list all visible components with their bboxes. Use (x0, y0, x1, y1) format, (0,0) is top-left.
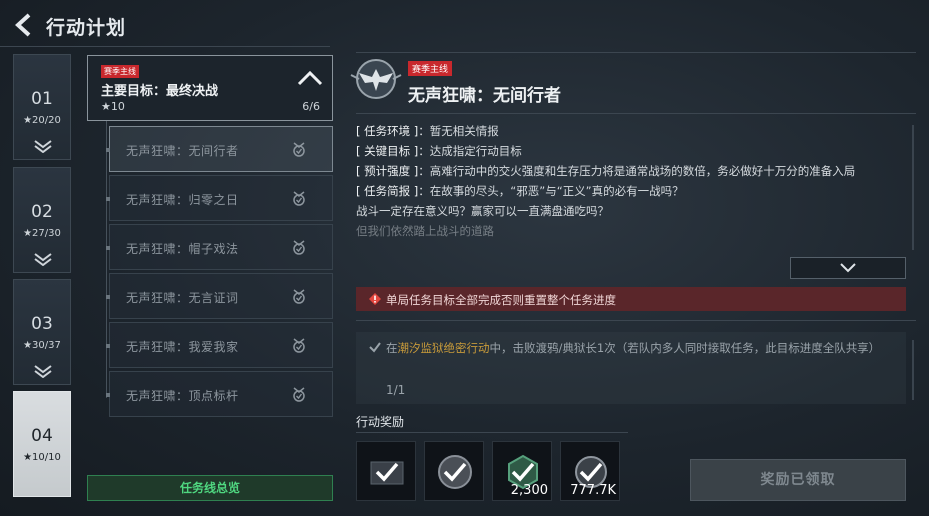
sub-mission-6[interactable]: 无声狂啸：顶点标杆 (106, 371, 333, 417)
chapter-stars: ★20/20 (23, 115, 61, 126)
info-environment: [ 任务环境 ]：暂无相关情报 (356, 121, 902, 141)
header-divider (0, 46, 330, 47)
chapter-stars: ★10/10 (23, 452, 61, 463)
medal-icon (293, 142, 305, 157)
chapter-number: 02 (31, 202, 53, 222)
mission-title: 无声狂啸：无间行者 (408, 86, 561, 106)
chapter-number: 01 (31, 89, 53, 109)
objective-progress: 1/1 (386, 383, 406, 397)
reward-item-3[interactable]: 2,300 (492, 441, 552, 501)
claimed-check-icon (511, 462, 535, 482)
warning-icon (369, 293, 381, 305)
sub-mission-label: 无声狂啸：我爱我家 (126, 340, 239, 354)
season-main-tag: 赛季主线 (408, 61, 453, 76)
expand-info-button[interactable] (790, 257, 906, 279)
chevron-up-icon[interactable] (297, 70, 323, 86)
rewards-label: 行动奖励 (356, 415, 405, 429)
info-brief-line-3: 但我们依然踏上战斗的道路 (356, 224, 494, 238)
back-arrow-icon[interactable] (12, 12, 38, 38)
main-goal-progress: 6/6 (302, 100, 320, 113)
info-key: [ 任务简报 ] (356, 184, 419, 198)
objective-scrollbar[interactable] (912, 340, 914, 400)
top-bar: 行动计划 (0, 0, 929, 50)
chevron-down-icon (34, 140, 52, 153)
sub-mission-1[interactable]: 无声狂啸：无间行者 (106, 126, 333, 172)
info-value: ：达成指定行动目标 (418, 144, 522, 158)
reward-quantity: 777.7K (570, 483, 616, 498)
chapter-number: 03 (31, 314, 53, 334)
mission-info-scroll[interactable]: [ 任务环境 ]：暂无相关情报 [ 关键目标 ]：达成指定行动目标 [ 预计强度… (356, 121, 902, 249)
sub-mission-3[interactable]: 无声狂啸：帽子戏法 (106, 224, 333, 270)
warning-text: 单局任务目标全部完成否则重置整个任务进度 (386, 293, 616, 307)
tree-node (106, 393, 110, 397)
warning-bar: 单局任务目标全部完成否则重置整个任务进度 (356, 287, 906, 311)
rewards-claimed-button[interactable]: 奖励已领取 (690, 459, 906, 501)
claimed-check-icon (579, 462, 603, 482)
info-key: [ 预计强度 ] (356, 164, 419, 178)
chevron-down-icon (840, 263, 856, 273)
medal-icon (293, 240, 305, 255)
reward-item-2[interactable] (424, 441, 484, 501)
tree-node (106, 295, 110, 299)
reward-item-1[interactable] (356, 441, 416, 501)
sub-mission-5[interactable]: 无声狂啸：我爱我家 (106, 322, 333, 368)
rewards-divider (356, 432, 628, 433)
reward-item-4[interactable]: 777.7K (560, 441, 620, 501)
objective-prefix: 在 (386, 341, 398, 355)
claimed-check-icon (375, 462, 399, 482)
main-goal-card[interactable]: 赛季主线 主要目标：最终决战 ★10 6/6 (87, 55, 333, 121)
eagle-emblem-icon (350, 59, 402, 99)
mission-line-overview-button[interactable]: 任务线总览 (87, 475, 333, 501)
sub-mission-label: 无声狂啸：无言证词 (126, 291, 239, 305)
chapter-number: 04 (31, 426, 53, 446)
chapter-stars: ★30/37 (23, 340, 61, 351)
sub-mission-label: 无声狂啸：帽子戏法 (126, 242, 239, 256)
chevron-down-icon (34, 365, 52, 378)
info-key-target: [ 关键目标 ]：达成指定行动目标 (356, 141, 902, 161)
tree-node (106, 246, 110, 250)
info-intensity: [ 预计强度 ]：高难行动中的交火强度和生存压力将是通常战场的数倍，务必做好十万… (356, 161, 902, 181)
medal-icon (293, 387, 305, 402)
claimed-check-icon (443, 462, 467, 482)
chevron-down-icon (34, 253, 52, 266)
sub-mission-label: 无声狂啸：归零之日 (126, 193, 239, 207)
info-scrollbar[interactable] (912, 125, 914, 250)
info-value: ：在故事的尽头，“邪恶”与“正义”真的必有一战吗？ (418, 184, 684, 198)
chapter-tab-03[interactable]: 03 ★30/37 (13, 279, 71, 385)
tree-node (106, 344, 110, 348)
objective-location: 潮汐监狱绝密行动 (397, 341, 490, 355)
sub-mission-4[interactable]: 无声狂啸：无言证词 (106, 273, 333, 319)
objective-suffix: 中，击败渡鸦/典狱长1次（若队内多人同时接取任务，此目标进度全队共享） (489, 341, 881, 355)
tree-node (106, 148, 110, 152)
reward-quantity: 2,300 (510, 483, 548, 498)
medal-icon (293, 191, 305, 206)
main-goal-title: 主要目标：最终决战 (101, 84, 219, 99)
info-value: ：暂无相关情报 (418, 124, 499, 138)
chapter-stars: ★27/30 (23, 228, 61, 239)
objective-divider (356, 320, 916, 321)
main-goal-stars: ★10 (101, 100, 125, 113)
mission-tree-line (106, 121, 107, 398)
check-icon (369, 342, 381, 353)
tree-node (106, 197, 110, 201)
info-value: ：高难行动中的交火强度和生存压力将是通常战场的数倍，务必做好十万分的准备入局 (418, 164, 856, 178)
info-brief-line-2: 战斗一定存在意义吗？赢家可以一直满盘通吃吗？ (356, 204, 609, 218)
sub-mission-label: 无声狂啸：无间行者 (126, 144, 239, 158)
sub-mission-2[interactable]: 无声狂啸：归零之日 (106, 175, 333, 221)
detail-top-divider (356, 52, 916, 53)
chapter-tab-02[interactable]: 02 ★27/30 (13, 167, 71, 273)
objective-text: 在潮汐监狱绝密行动中，击败渡鸦/典狱长1次（若队内多人同时接取任务，此目标进度全… (386, 338, 898, 358)
detail-divider (356, 113, 916, 114)
page-title: 行动计划 (46, 17, 127, 39)
chapter-tab-04[interactable]: 04 ★10/10 (13, 391, 71, 497)
info-key: [ 任务环境 ] (356, 124, 419, 138)
season-main-tag: 赛季主线 (101, 65, 139, 78)
medal-icon (293, 338, 305, 353)
info-key: [ 关键目标 ] (356, 144, 419, 158)
medal-icon (293, 289, 305, 304)
chapter-tab-01[interactable]: 01 ★20/20 (13, 54, 71, 160)
objective-row: 在潮汐监狱绝密行动中，击败渡鸦/典狱长1次（若队内多人同时接取任务，此目标进度全… (356, 332, 906, 404)
info-brief: [ 任务简报 ]：在故事的尽头，“邪恶”与“正义”真的必有一战吗？ (356, 181, 902, 201)
sub-mission-label: 无声狂啸：顶点标杆 (126, 389, 239, 403)
